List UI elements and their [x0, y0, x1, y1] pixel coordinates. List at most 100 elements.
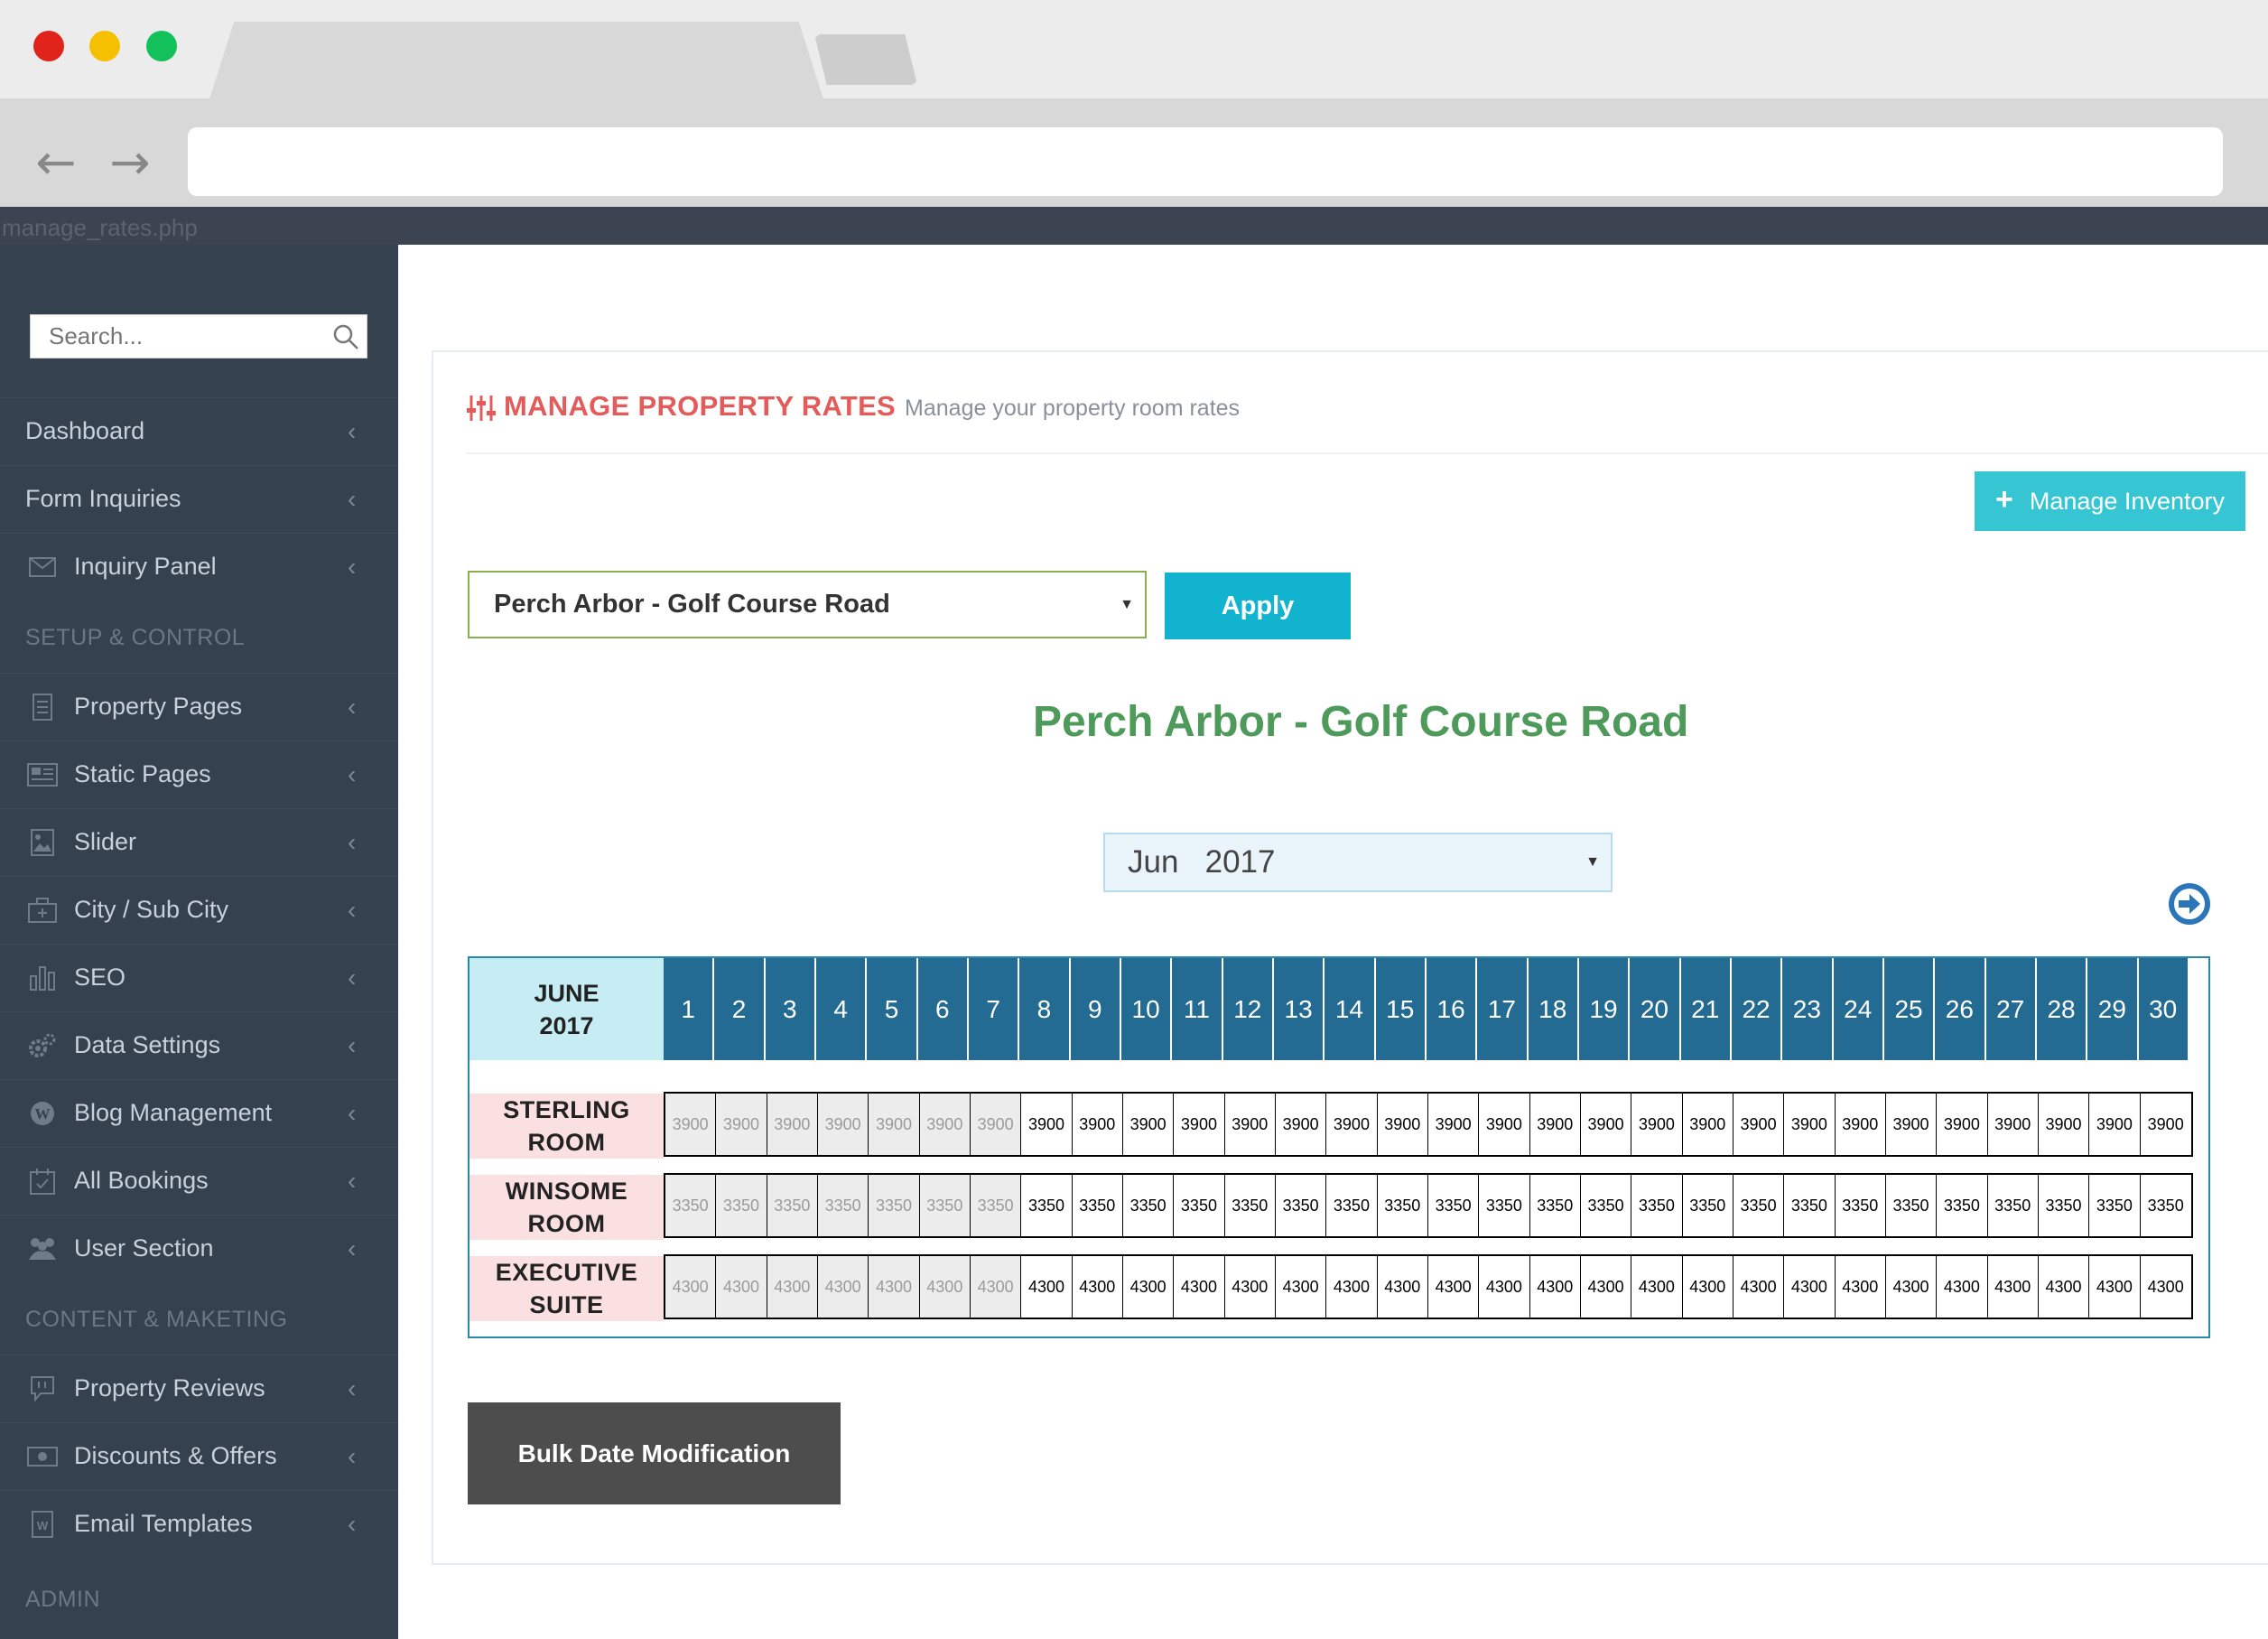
window-close-button[interactable] — [33, 31, 64, 61]
browser-tab-active[interactable] — [209, 22, 823, 99]
sidebar-item-form-inquiries[interactable]: Form Inquiries ‹ — [0, 465, 398, 532]
rate-cell[interactable]: 3350 — [1682, 1175, 1734, 1236]
sidebar-item-all-bookings[interactable]: All Bookings ‹ — [0, 1147, 398, 1214]
rate-cell[interactable]: 3350 — [2038, 1175, 2090, 1236]
rate-cell[interactable]: 3900 — [1784, 1094, 1836, 1155]
rate-cell[interactable]: 3350 — [1835, 1175, 1886, 1236]
rate-cell[interactable]: 4300 — [1631, 1256, 1683, 1318]
rate-cell[interactable]: 4300 — [716, 1256, 767, 1318]
rate-cell[interactable]: 3900 — [1275, 1094, 1327, 1155]
rate-cell[interactable]: 3900 — [1326, 1094, 1378, 1155]
rate-cell[interactable]: 4300 — [817, 1256, 869, 1318]
rate-cell[interactable]: 3900 — [1021, 1094, 1073, 1155]
sidebar-item-static-pages[interactable]: Static Pages ‹ — [0, 740, 398, 807]
rate-cell[interactable]: 3350 — [1427, 1175, 1480, 1236]
rate-cell[interactable]: 4300 — [1529, 1256, 1581, 1318]
rate-cell[interactable]: 4300 — [1122, 1256, 1175, 1318]
rate-cell[interactable]: 3350 — [1784, 1175, 1836, 1236]
sidebar-item-property-pages[interactable]: Property Pages ‹ — [0, 673, 398, 740]
rate-cell[interactable]: 3900 — [1682, 1094, 1734, 1155]
rate-cell[interactable]: 3900 — [1224, 1094, 1276, 1155]
rate-cell[interactable]: 3900 — [1174, 1094, 1225, 1155]
search-icon[interactable] — [332, 323, 359, 350]
rate-cell[interactable]: 3900 — [1529, 1094, 1581, 1155]
rate-cell[interactable]: 3900 — [665, 1094, 717, 1155]
rate-cell[interactable]: 3900 — [1885, 1094, 1938, 1155]
rate-cell[interactable]: 3350 — [1224, 1175, 1276, 1236]
rate-cell[interactable]: 4300 — [2089, 1256, 2141, 1318]
rate-cell[interactable]: 3900 — [1427, 1094, 1480, 1155]
rate-cell[interactable]: 3900 — [2140, 1094, 2191, 1155]
address-bar[interactable] — [188, 127, 2223, 196]
rate-cell[interactable]: 3900 — [1631, 1094, 1683, 1155]
rate-cell[interactable]: 3900 — [1835, 1094, 1886, 1155]
rate-cell[interactable]: 3900 — [1479, 1094, 1530, 1155]
rate-cell[interactable]: 4300 — [970, 1256, 1022, 1318]
rate-cell[interactable]: 3350 — [1987, 1175, 2039, 1236]
rate-cell[interactable]: 4300 — [1733, 1256, 1785, 1318]
rate-cell[interactable]: 3900 — [2089, 1094, 2141, 1155]
sidebar-item-discounts[interactable]: Discounts & Offers ‹ — [0, 1422, 398, 1489]
rate-cell[interactable]: 3900 — [1580, 1094, 1632, 1155]
rate-cell[interactable]: 4300 — [1682, 1256, 1734, 1318]
rate-cell[interactable]: 3350 — [2089, 1175, 2141, 1236]
forward-arrow-icon[interactable]: → — [103, 135, 157, 190]
sidebar-item-slider[interactable]: Slider ‹ — [0, 808, 398, 875]
sidebar-item-email-templates[interactable]: W Email Templates ‹ — [0, 1490, 398, 1557]
rate-cell[interactable]: 3900 — [1377, 1094, 1428, 1155]
rate-cell[interactable]: 3900 — [1733, 1094, 1785, 1155]
rate-cell[interactable]: 3900 — [1987, 1094, 2039, 1155]
apply-button[interactable]: Apply — [1165, 573, 1351, 639]
rate-cell[interactable]: 4300 — [1580, 1256, 1632, 1318]
rate-cell[interactable]: 4300 — [869, 1256, 920, 1318]
rate-cell[interactable]: 4300 — [2140, 1256, 2191, 1318]
sidebar-item-dashboard[interactable]: Dashboard ‹ — [0, 397, 398, 464]
rate-cell[interactable]: 4300 — [1987, 1256, 2039, 1318]
back-arrow-icon[interactable]: ← — [29, 135, 83, 190]
rate-cell[interactable]: 4300 — [1784, 1256, 1836, 1318]
rate-cell[interactable]: 4300 — [767, 1256, 818, 1318]
rate-cell[interactable]: 3350 — [1885, 1175, 1938, 1236]
rate-cell[interactable]: 3350 — [817, 1175, 869, 1236]
rate-cell[interactable]: 3350 — [1072, 1175, 1123, 1236]
sidebar-item-blog[interactable]: W Blog Management ‹ — [0, 1079, 398, 1146]
rate-cell[interactable]: 4300 — [919, 1256, 971, 1318]
rate-cell[interactable]: 3900 — [1122, 1094, 1175, 1155]
sidebar-item-property-reviews[interactable]: Property Reviews ‹ — [0, 1355, 398, 1421]
rate-cell[interactable]: 3900 — [919, 1094, 971, 1155]
rate-cell[interactable]: 4300 — [1224, 1256, 1276, 1318]
rate-cell[interactable]: 3350 — [2140, 1175, 2191, 1236]
rate-cell[interactable]: 3350 — [1937, 1175, 1988, 1236]
sidebar-item-inquiry-panel[interactable]: Inquiry Panel ‹ — [0, 533, 398, 600]
rate-cell[interactable]: 4300 — [665, 1256, 717, 1318]
rate-cell[interactable]: 3900 — [970, 1094, 1022, 1155]
rate-cell[interactable]: 4300 — [1835, 1256, 1886, 1318]
rate-cell[interactable]: 3350 — [1733, 1175, 1785, 1236]
rate-cell[interactable]: 3350 — [919, 1175, 971, 1236]
browser-tab-new[interactable] — [814, 34, 917, 85]
rate-cell[interactable]: 3350 — [970, 1175, 1022, 1236]
rate-cell[interactable]: 3900 — [2038, 1094, 2090, 1155]
property-select[interactable]: Perch Arbor - Golf Course Road ▼ — [468, 571, 1147, 638]
rate-cell[interactable]: 4300 — [1937, 1256, 1988, 1318]
rate-cell[interactable]: 3900 — [1072, 1094, 1123, 1155]
rate-cell[interactable]: 3350 — [1377, 1175, 1428, 1236]
rate-cell[interactable]: 3350 — [1479, 1175, 1530, 1236]
sidebar-item-city[interactable]: City / Sub City ‹ — [0, 876, 398, 943]
rate-cell[interactable]: 3350 — [1275, 1175, 1327, 1236]
rate-cell[interactable]: 3350 — [665, 1175, 717, 1236]
rate-cell[interactable]: 4300 — [1072, 1256, 1123, 1318]
rate-cell[interactable]: 3350 — [1122, 1175, 1175, 1236]
rate-cell[interactable]: 3350 — [1529, 1175, 1581, 1236]
manage-inventory-button[interactable]: + Manage Inventory — [1975, 471, 2245, 531]
rate-cell[interactable]: 3350 — [767, 1175, 818, 1236]
rate-cell[interactable]: 3900 — [767, 1094, 818, 1155]
window-minimize-button[interactable] — [89, 31, 120, 61]
rate-cell[interactable]: 3350 — [869, 1175, 920, 1236]
window-maximize-button[interactable] — [146, 31, 177, 61]
rate-cell[interactable]: 4300 — [1427, 1256, 1480, 1318]
rate-cell[interactable]: 3900 — [1937, 1094, 1988, 1155]
rate-cell[interactable]: 3350 — [1631, 1175, 1683, 1236]
sidebar-item-seo[interactable]: SEO ‹ — [0, 944, 398, 1010]
next-month-arrow-icon[interactable] — [2167, 881, 2212, 927]
